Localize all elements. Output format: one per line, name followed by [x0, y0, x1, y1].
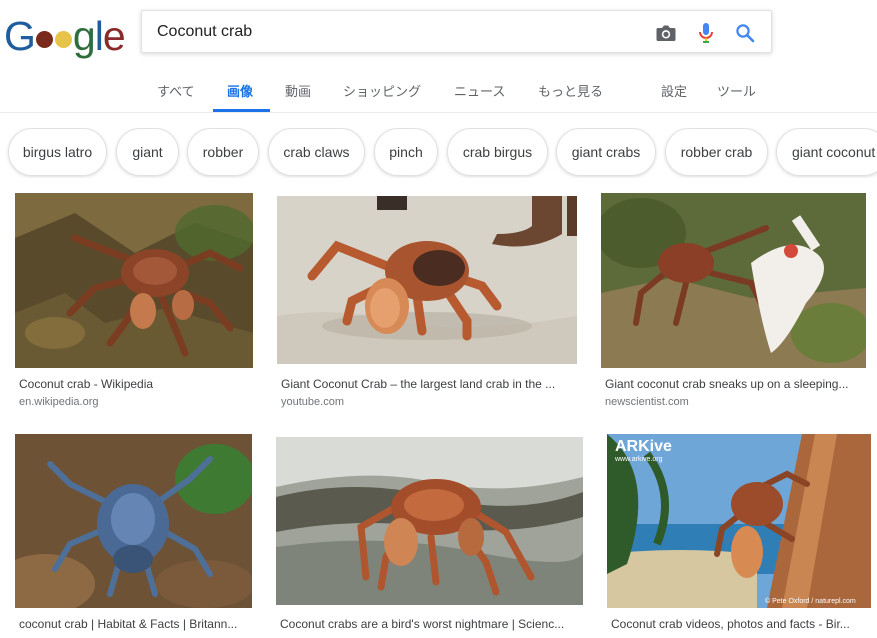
image-result[interactable]: Coconut crabs are a bird's worst nightma…	[276, 437, 583, 634]
active-tab-indicator	[213, 109, 270, 112]
result-title[interactable]: Giant coconut crab sneaks up on a sleepi…	[605, 377, 863, 391]
chip-robber-crab[interactable]: robber crab	[665, 128, 768, 176]
result-site: en.wikipedia.org	[19, 396, 99, 408]
arkive-watermark: ARKive	[615, 438, 672, 455]
result-title[interactable]: Coconut crab videos, photos and facts - …	[611, 617, 867, 631]
tab-shopping[interactable]: ショッピング	[343, 81, 421, 100]
chip-crab-claws[interactable]: crab claws	[268, 128, 365, 176]
result-site: newscientist.com	[605, 396, 689, 408]
chip-giant[interactable]: giant	[116, 128, 179, 176]
search-tabs: すべて 画像 動画 ショッピング ニュース もっと見る 設定 ツール	[0, 72, 877, 113]
result-title[interactable]: Coconut crabs are a bird's worst nightma…	[280, 617, 580, 631]
camera-icon[interactable]	[654, 21, 678, 45]
result-title[interactable]: Giant Coconut Crab – the largest land cr…	[281, 377, 573, 391]
chip-birgus-latro[interactable]: birgus latro	[8, 128, 107, 176]
result-title[interactable]: coconut crab | Habitat & Facts | Britann…	[19, 617, 251, 631]
logo-letter-e: e	[102, 13, 126, 59]
tab-all[interactable]: すべて	[157, 81, 195, 100]
result-site: youtube.com	[281, 396, 344, 408]
logo-dot-yellow	[54, 31, 72, 48]
result-thumbnail[interactable]	[15, 193, 253, 368]
logo-letter-l: l	[94, 13, 104, 59]
tab-videos[interactable]: 動画	[285, 81, 311, 100]
chip-giant-coconut[interactable]: giant coconut	[776, 128, 877, 176]
image-result[interactable]: coconut crab | Habitat & Facts | Britann…	[15, 434, 252, 634]
search-box	[141, 10, 772, 53]
logo-letter-g2: g	[72, 13, 96, 59]
image-result[interactable]: Coconut crab - Wikipedia en.wikipedia.or…	[15, 193, 253, 413]
chip-pinch[interactable]: pinch	[374, 128, 438, 176]
photo-credit-watermark: © Pete Oxford / naturepl.com	[765, 597, 856, 605]
result-thumbnail[interactable]	[276, 437, 583, 605]
chip-robber[interactable]: robber	[187, 128, 259, 176]
mic-icon[interactable]	[694, 21, 718, 45]
chip-crab-birgus[interactable]: crab birgus	[447, 128, 548, 176]
result-thumbnail[interactable]	[601, 193, 866, 368]
related-search-chips: birgus latro giant robber crab claws pin…	[0, 128, 877, 178]
search-icon[interactable]	[733, 21, 757, 45]
tab-news[interactable]: ニュース	[454, 81, 505, 100]
result-thumbnail[interactable]: ARKive www.arkive.org © Pete Oxford / na…	[607, 434, 871, 608]
result-thumbnail[interactable]	[277, 196, 577, 364]
google-logo[interactable]: G g l e	[4, 13, 126, 59]
search-input[interactable]	[157, 21, 627, 43]
image-result[interactable]: Giant coconut crab sneaks up on a sleepi…	[601, 193, 866, 413]
image-result[interactable]: ARKive www.arkive.org © Pete Oxford / na…	[607, 434, 871, 634]
logo-dot-brown	[35, 31, 53, 48]
arkive-url-watermark: www.arkive.org	[614, 456, 663, 463]
tab-settings[interactable]: 設定	[661, 81, 687, 100]
tab-tools[interactable]: ツール	[717, 81, 756, 100]
chip-giant-crabs[interactable]: giant crabs	[556, 128, 656, 176]
tab-more[interactable]: もっと見る	[538, 81, 603, 100]
result-thumbnail[interactable]	[15, 434, 252, 608]
image-result[interactable]: Giant Coconut Crab – the largest land cr…	[277, 196, 577, 416]
tab-images[interactable]: 画像	[227, 81, 253, 100]
logo-letter-g: G	[4, 13, 36, 59]
result-title[interactable]: Coconut crab - Wikipedia	[19, 377, 251, 391]
